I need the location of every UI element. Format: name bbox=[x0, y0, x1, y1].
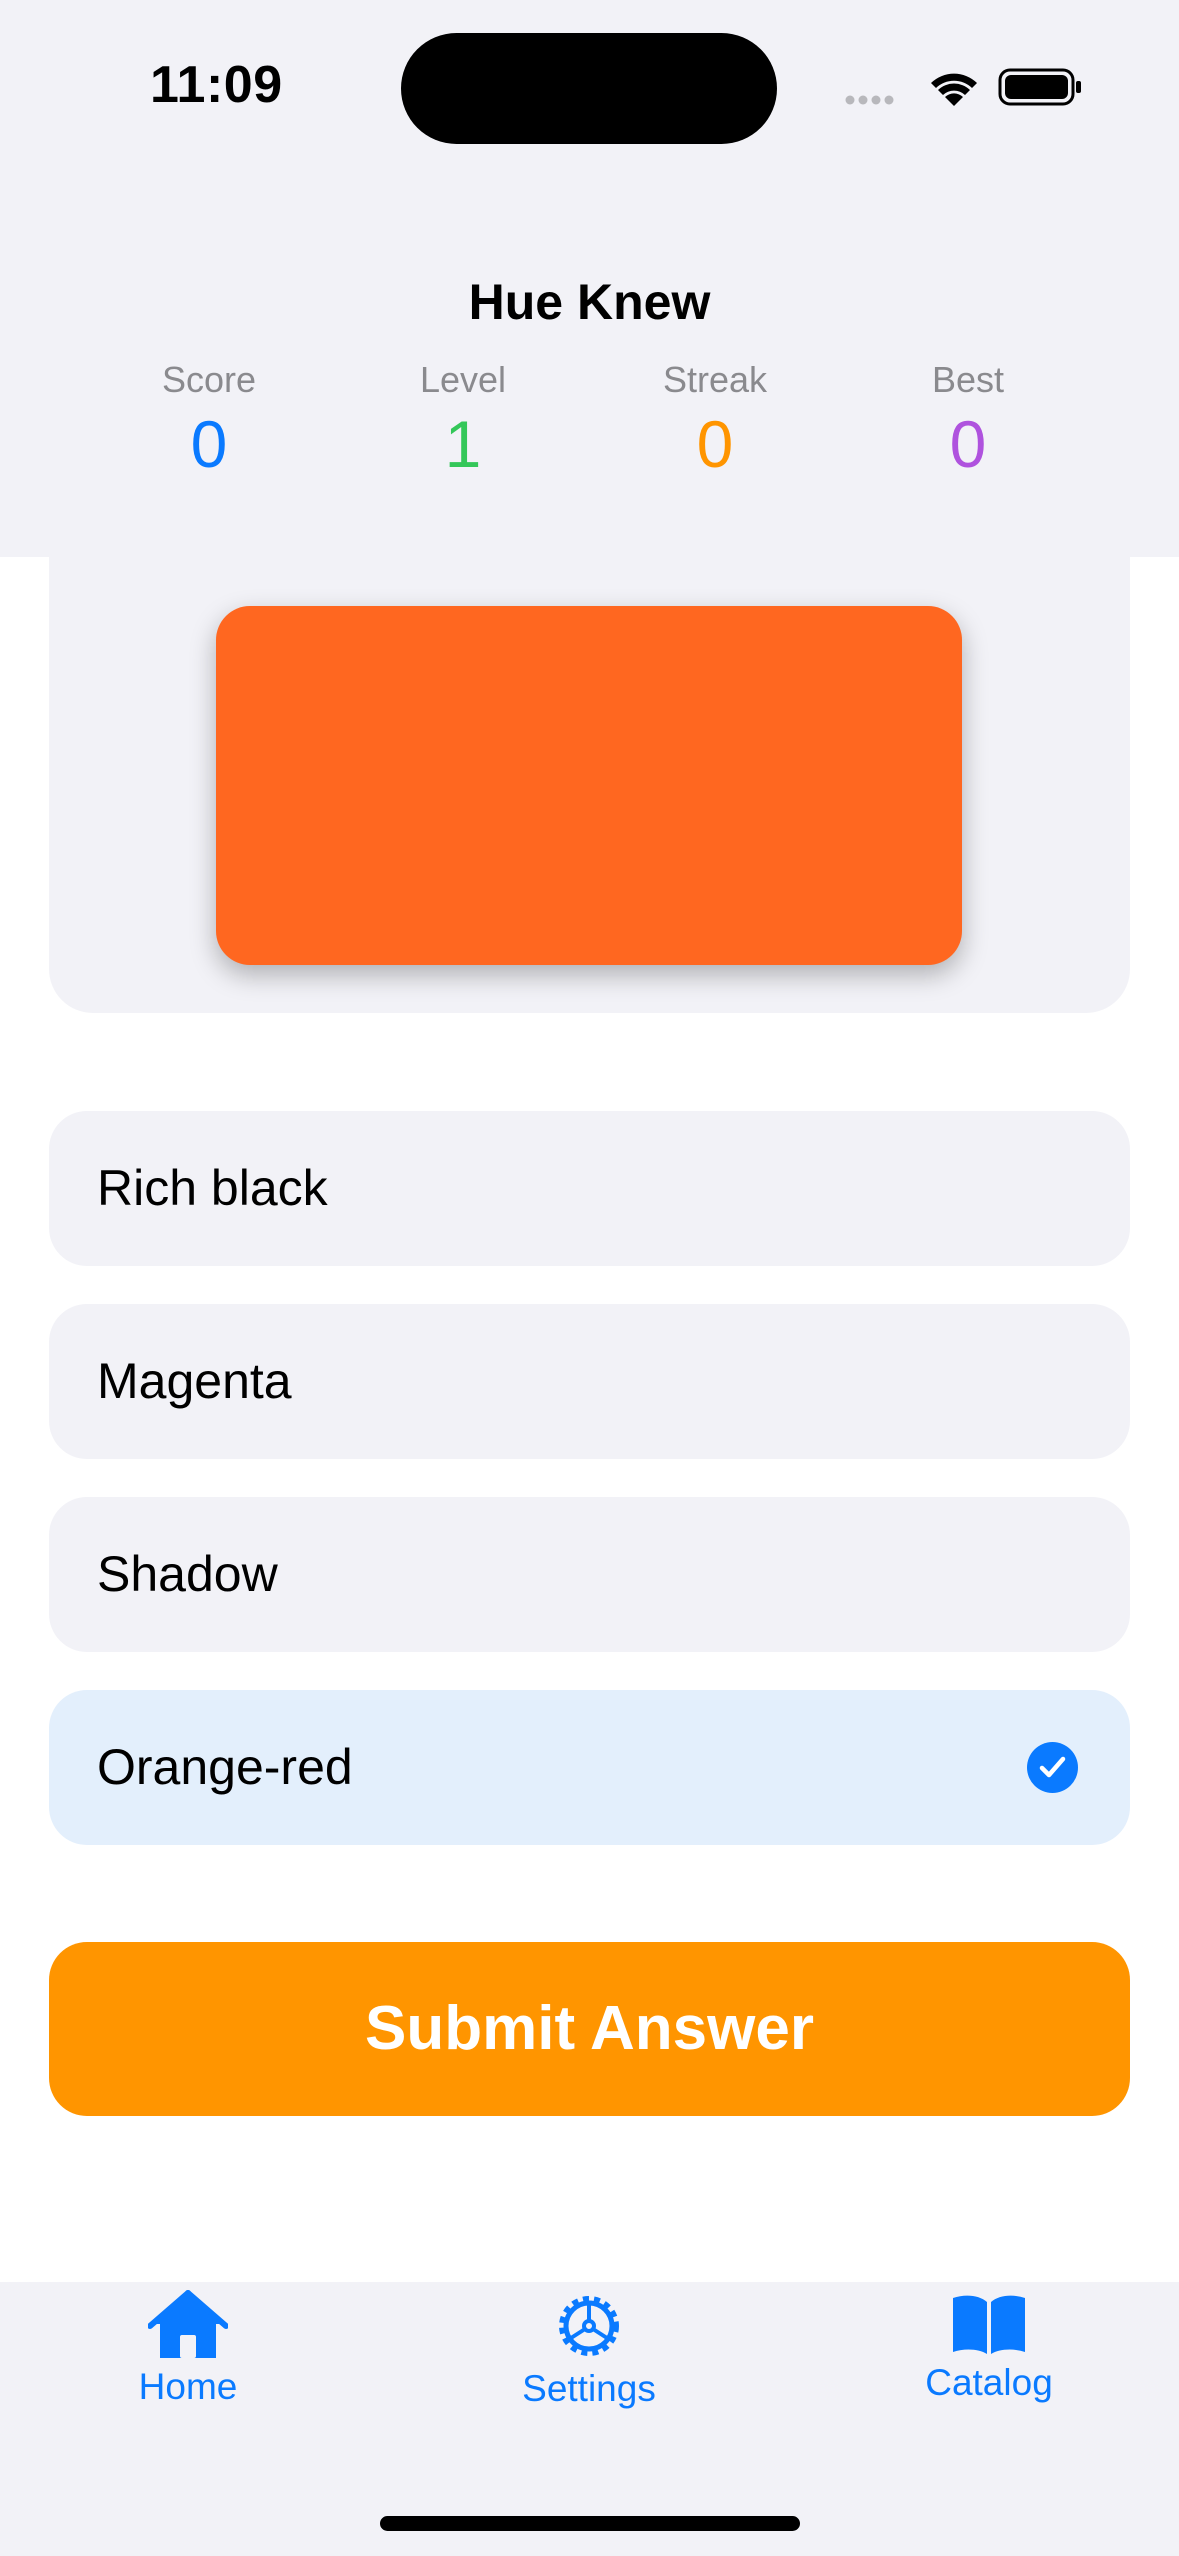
option-label: Rich black bbox=[97, 1160, 328, 1216]
option-label: Orange-red bbox=[97, 1739, 353, 1795]
option-orange-red[interactable]: Orange-red bbox=[49, 1690, 1130, 1845]
option-magenta[interactable]: Magenta bbox=[49, 1304, 1130, 1459]
app-title: Hue Knew bbox=[468, 274, 711, 330]
battery-icon bbox=[998, 68, 1081, 106]
tab-catalog-label: Catalog bbox=[925, 2362, 1053, 2403]
stat-level: Level 1 bbox=[353, 358, 573, 482]
option-label: Magenta bbox=[97, 1353, 292, 1409]
wifi-icon bbox=[931, 73, 977, 106]
color-swatch bbox=[216, 606, 962, 965]
tab-settings-label: Settings bbox=[522, 2368, 656, 2409]
checkmark-icon bbox=[1027, 1742, 1078, 1793]
dynamic-island bbox=[401, 33, 777, 144]
stat-score-value: 0 bbox=[190, 407, 228, 481]
stat-streak: Streak 0 bbox=[605, 358, 825, 482]
tab-catalog[interactable]: Catalog bbox=[859, 2292, 1119, 2404]
status-time: 11:09 bbox=[150, 56, 283, 114]
stat-streak-value: 0 bbox=[696, 407, 734, 481]
stat-level-value: 1 bbox=[444, 407, 482, 481]
stat-best-label: Best bbox=[931, 359, 1005, 400]
option-label: Shadow bbox=[97, 1546, 278, 1602]
stat-best-value: 0 bbox=[949, 407, 987, 481]
tab-settings[interactable]: Settings bbox=[459, 2290, 719, 2410]
home-indicator bbox=[380, 2516, 800, 2531]
status-icons bbox=[845, 62, 1085, 112]
stat-level-label: Level bbox=[419, 359, 507, 400]
option-rich-black[interactable]: Rich black bbox=[49, 1111, 1130, 1266]
option-shadow[interactable]: Shadow bbox=[49, 1497, 1130, 1652]
stat-best: Best 0 bbox=[858, 358, 1078, 482]
cellular-signal-icon bbox=[845, 95, 894, 105]
book-icon bbox=[953, 2295, 1025, 2354]
stat-streak-label: Streak bbox=[662, 359, 768, 400]
tab-home[interactable]: Home bbox=[58, 2290, 318, 2408]
stat-score-label: Score bbox=[161, 359, 257, 400]
house-icon bbox=[148, 2290, 228, 2358]
gear-icon bbox=[559, 2296, 619, 2356]
tab-home-label: Home bbox=[138, 2366, 238, 2407]
stat-score: Score 0 bbox=[99, 358, 319, 482]
submit-answer-button[interactable]: Submit Answer bbox=[49, 1942, 1130, 2116]
